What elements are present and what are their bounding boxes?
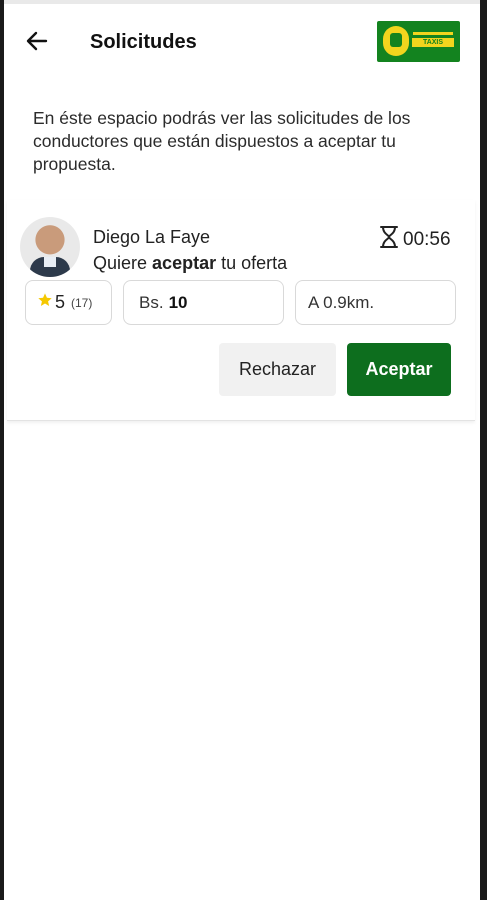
app-header: Solicitudes TAXIS: [4, 4, 480, 78]
back-arrow-icon[interactable]: [24, 28, 50, 54]
rating-badge: 5 (17): [25, 280, 112, 325]
price-value: 10: [168, 292, 188, 312]
reject-button[interactable]: Rechazar: [219, 343, 336, 396]
message-prefix: Quiere: [93, 253, 148, 273]
rating-count: (17): [71, 295, 93, 310]
accept-button[interactable]: Aceptar: [347, 343, 451, 396]
page-title: Solicitudes: [90, 31, 197, 53]
hourglass-icon: [379, 225, 399, 254]
driver-name: Diego La Faye: [93, 227, 211, 247]
brand-logo: TAXIS: [377, 21, 460, 62]
price-currency: Bs.: [139, 292, 164, 312]
logo-pin-icon: [383, 26, 409, 56]
request-timer: 00:56: [379, 225, 451, 254]
star-icon: [37, 292, 53, 313]
page-description: En éste espacio podrás ver las solicitud…: [33, 108, 411, 174]
device-frame-left: [0, 0, 4, 900]
driver-avatar: [20, 217, 80, 277]
message-bold: aceptar: [152, 253, 217, 273]
request-message: Quiere aceptar tu oferta: [93, 253, 287, 274]
request-card: Diego La Faye 00:56 Quiere aceptar tu of…: [7, 200, 475, 421]
timer-value: 00:56: [403, 228, 451, 250]
device-frame-right: [480, 0, 487, 900]
distance-badge: A 0.9km.: [295, 280, 456, 325]
logo-text: TAXIS: [412, 38, 454, 47]
message-suffix: tu oferta: [221, 253, 288, 273]
rating-value: 5: [55, 292, 66, 312]
price-badge: Bs. 10: [123, 280, 284, 325]
